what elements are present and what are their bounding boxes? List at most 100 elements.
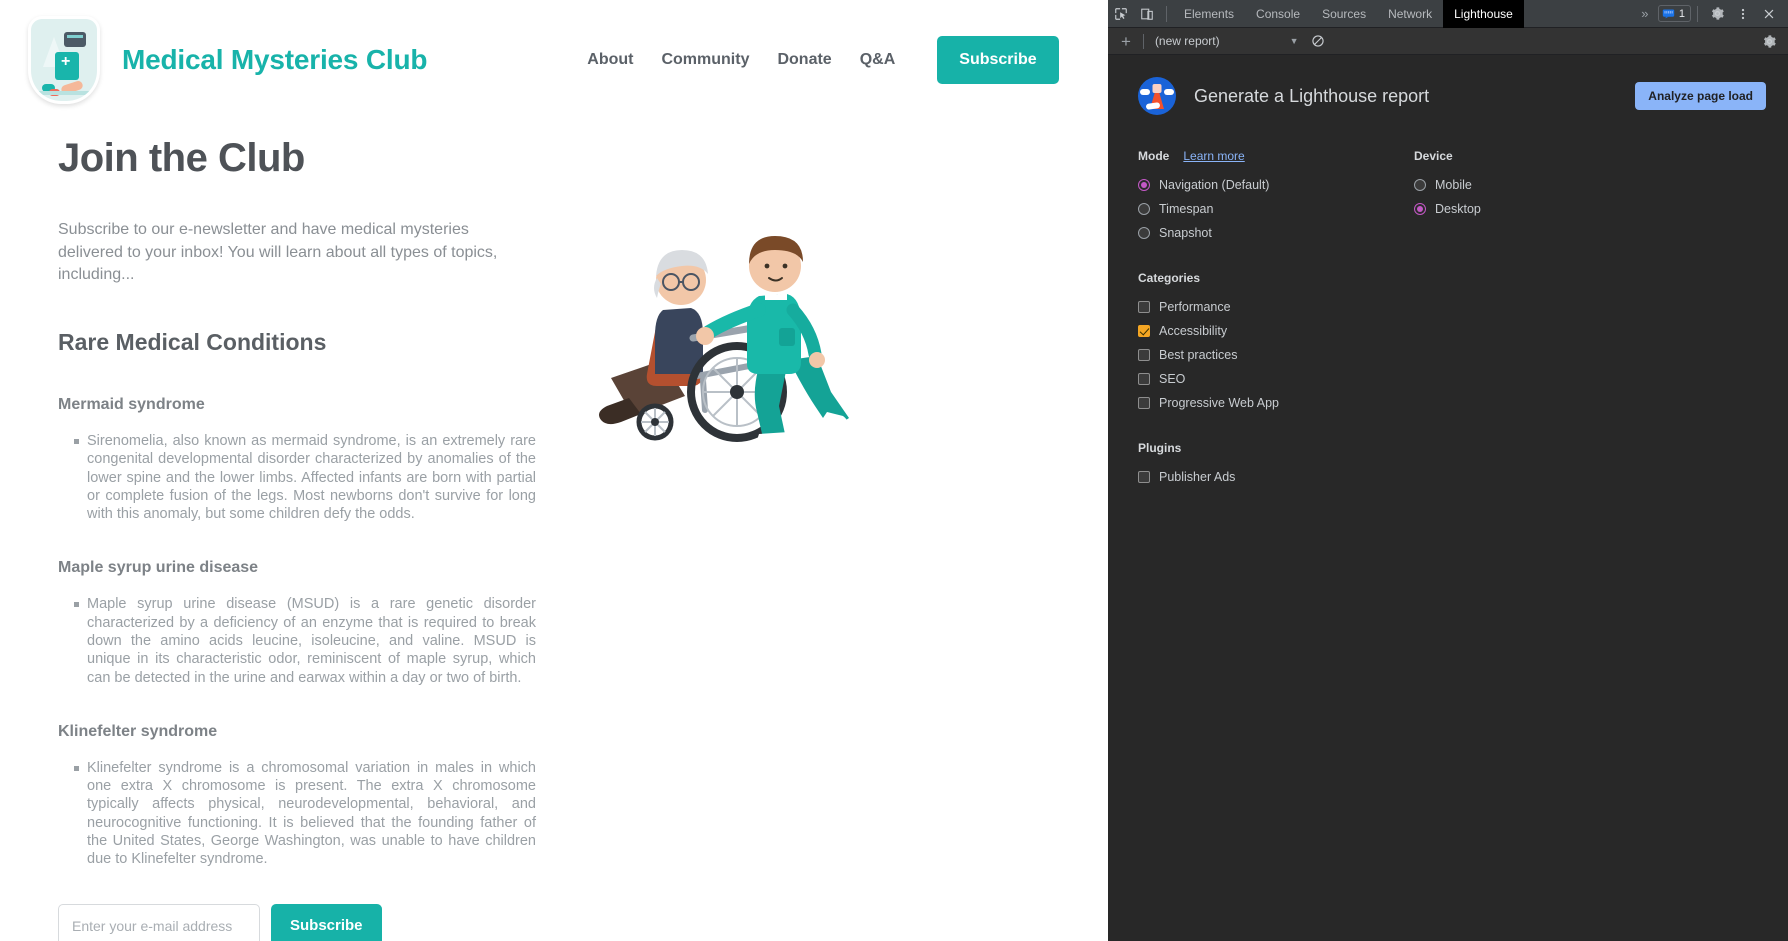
categories-section: Categories Performance Accessibility Bes… — [1138, 271, 1788, 415]
devtools-panel: Elements Console Sources Network Lightho… — [1108, 0, 1788, 941]
condition-title-klinefelter: Klinefelter syndrome — [58, 722, 218, 740]
illustration-column — [583, 120, 1108, 941]
subbar-divider — [1142, 33, 1144, 49]
mode-label-row: Mode Learn more — [1138, 149, 1414, 163]
learn-more-link[interactable]: Learn more — [1183, 149, 1244, 163]
page-body: Join the Club Subscribe to our e-newslet… — [0, 120, 1108, 941]
checkbox-seo[interactable]: SEO — [1138, 367, 1788, 391]
tab-console[interactable]: Console — [1245, 0, 1311, 28]
nurse-wheelchair-illustration — [593, 210, 913, 470]
site-header: Medical Mysteries Club About Community D… — [0, 0, 1108, 120]
radio-icon — [1138, 203, 1150, 215]
medical-shield-logo-icon[interactable] — [28, 16, 100, 104]
radio-label: Timespan — [1159, 202, 1214, 216]
mode-device-columns: Mode Learn more Navigation (Default) Tim… — [1138, 149, 1788, 245]
list-item: Maple syrup urine disease (MSUD) is a ra… — [74, 595, 536, 686]
checkbox-icon — [1138, 397, 1150, 409]
checkbox-publisher-ads[interactable]: Publisher Ads — [1138, 465, 1788, 489]
analyze-page-load-button[interactable]: Analyze page load — [1635, 82, 1766, 110]
radio-icon — [1138, 227, 1150, 239]
issues-badge[interactable]: 1 — [1657, 5, 1691, 22]
radio-label: Navigation (Default) — [1159, 178, 1270, 192]
content-column: Join the Club Subscribe to our e-newslet… — [58, 120, 583, 941]
form-subscribe-button[interactable]: Subscribe — [271, 904, 382, 941]
checkbox-label: SEO — [1159, 372, 1186, 386]
radio-mode-snapshot[interactable]: Snapshot — [1138, 221, 1414, 245]
radio-mode-timespan[interactable]: Timespan — [1138, 197, 1414, 221]
nav-item-community[interactable]: Community — [661, 51, 749, 69]
devtools-toolbar: Elements Console Sources Network Lightho… — [1108, 0, 1788, 28]
condition-title-msud: Maple syrup urine disease — [58, 559, 259, 577]
nav-item-qanda[interactable]: Q&A — [860, 51, 896, 69]
site-title: Medical Mysteries Club — [122, 44, 428, 75]
list-item: Klinefelter syndrome is a chromosomal va… — [74, 759, 536, 869]
main-navigation: About Community Donate Q&A Subscribe — [587, 36, 1059, 84]
overflow-tabs-icon[interactable]: » — [1632, 1, 1658, 27]
issues-count: 1 — [1678, 7, 1685, 20]
radio-label: Snapshot — [1159, 226, 1212, 240]
checkbox-label: Progressive Web App — [1159, 396, 1279, 410]
plugins-label: Plugins — [1138, 441, 1182, 455]
lighthouse-subtoolbar: + (new report) ▼ — [1108, 28, 1788, 55]
radio-device-desktop[interactable]: Desktop — [1414, 197, 1788, 221]
close-icon[interactable] — [1756, 1, 1782, 27]
checkbox-icon — [1138, 301, 1150, 313]
lighthouse-header: Generate a Lighthouse report Analyze pag… — [1138, 77, 1788, 115]
nav-item-about[interactable]: About — [587, 51, 633, 69]
radio-icon — [1414, 179, 1426, 191]
toolbar-divider-2 — [1697, 5, 1698, 22]
issues-badge-icon — [1662, 9, 1675, 19]
page-lede: Subscribe to our e-newsletter and have m… — [58, 221, 498, 284]
page-title: Join the Club — [58, 136, 305, 180]
tab-elements[interactable]: Elements — [1173, 0, 1245, 28]
condition-list-msud: Maple syrup urine disease (MSUD) is a ra… — [58, 595, 583, 686]
inspect-element-icon[interactable] — [1108, 1, 1134, 27]
lighthouse-title: Generate a Lighthouse report — [1194, 85, 1430, 106]
radio-icon — [1414, 203, 1426, 215]
section-title: Rare Medical Conditions — [58, 329, 327, 356]
chevron-down-icon: ▼ — [1289, 36, 1299, 46]
tab-network[interactable]: Network — [1377, 0, 1443, 28]
condition-list-klinefelter: Klinefelter syndrome is a chromosomal va… — [58, 759, 583, 869]
mode-section: Mode Learn more Navigation (Default) Tim… — [1138, 149, 1414, 245]
kebab-menu-icon[interactable] — [1730, 1, 1756, 27]
checkbox-icon — [1138, 349, 1150, 361]
toolbar-right-actions: » 1 — [1632, 1, 1788, 27]
radio-label: Mobile — [1435, 178, 1472, 192]
subbar-right — [1756, 28, 1782, 54]
checkbox-performance[interactable]: Performance — [1138, 295, 1788, 319]
email-input[interactable] — [58, 904, 260, 941]
web-page-viewport: Medical Mysteries Club About Community D… — [0, 0, 1108, 941]
gear-icon[interactable] — [1756, 28, 1782, 54]
clear-all-icon[interactable] — [1305, 28, 1331, 54]
checkbox-accessibility[interactable]: Accessibility — [1138, 319, 1788, 343]
devtools-tab-bar: Elements Console Sources Network Lightho… — [1173, 0, 1524, 28]
categories-label: Categories — [1138, 271, 1201, 285]
report-select[interactable]: (new report) ▼ — [1149, 34, 1305, 48]
radio-mode-navigation[interactable]: Navigation (Default) — [1138, 173, 1414, 197]
mode-label: Mode — [1138, 149, 1170, 163]
checkbox-progressive-web-app[interactable]: Progressive Web App — [1138, 391, 1788, 415]
app-root: Medical Mysteries Club About Community D… — [0, 0, 1788, 941]
checkbox-label: Performance — [1159, 300, 1231, 314]
lighthouse-start-view: Generate a Lighthouse report Analyze pag… — [1108, 55, 1788, 941]
plus-icon[interactable]: + — [1114, 33, 1138, 50]
checkbox-icon — [1138, 471, 1150, 483]
plugins-section: Plugins Publisher Ads — [1138, 441, 1788, 489]
nav-item-donate[interactable]: Donate — [777, 51, 831, 69]
checkbox-icon — [1138, 373, 1150, 385]
tab-lighthouse[interactable]: Lighthouse — [1443, 0, 1524, 28]
checkbox-best-practices[interactable]: Best practices — [1138, 343, 1788, 367]
checkbox-icon — [1138, 325, 1150, 337]
newsletter-form: Subscribe — [58, 904, 583, 941]
report-select-value: (new report) — [1154, 34, 1220, 48]
device-toolbar-icon[interactable] — [1134, 1, 1160, 27]
checkbox-label: Accessibility — [1159, 324, 1228, 338]
checkbox-label: Best practices — [1159, 348, 1238, 362]
tab-sources[interactable]: Sources — [1311, 0, 1377, 28]
nav-subscribe-button[interactable]: Subscribe — [937, 36, 1059, 84]
radio-label: Desktop — [1435, 202, 1481, 216]
toolbar-divider — [1166, 5, 1167, 22]
radio-device-mobile[interactable]: Mobile — [1414, 173, 1788, 197]
gear-icon[interactable] — [1704, 1, 1730, 27]
